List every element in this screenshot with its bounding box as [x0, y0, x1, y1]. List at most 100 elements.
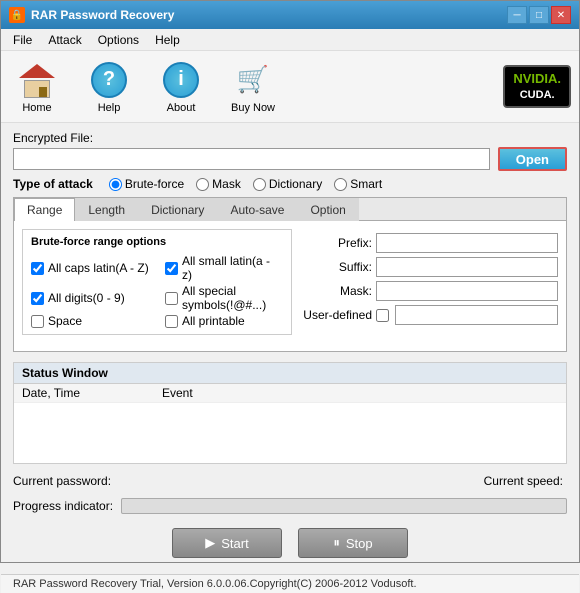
nvidia-badge: NVIDIA. CUDA.	[503, 65, 571, 108]
menu-bar: File Attack Options Help	[1, 29, 579, 51]
user-defined-label: User-defined	[300, 308, 372, 322]
suffix-input[interactable]	[376, 257, 558, 277]
mask-label: Mask	[212, 177, 241, 191]
mask-input[interactable]	[376, 281, 558, 301]
open-button[interactable]: Open	[498, 147, 567, 171]
progress-label: Progress indicator:	[13, 499, 113, 513]
range-right-panel: Prefix: Suffix: Mask:	[300, 229, 558, 343]
check-digits[interactable]: All digits(0 - 9)	[31, 284, 149, 312]
home-label: Home	[22, 102, 51, 114]
nvidia-text: NVIDIA.	[513, 71, 561, 88]
check-space[interactable]: Space	[31, 314, 149, 328]
check-special[interactable]: All special symbols(!@#...)	[165, 284, 283, 312]
cuda-text: CUDA.	[513, 88, 561, 102]
stop-icon: ⏸	[333, 535, 340, 551]
current-password-label: Current password:	[13, 474, 111, 488]
radio-smart[interactable]: Smart	[334, 177, 382, 191]
prefix-section: Prefix: Suffix: Mask:	[300, 233, 558, 325]
suffix-label: Suffix:	[300, 260, 372, 274]
current-password-item: Current password:	[13, 474, 115, 488]
encrypted-file-label: Encrypted File:	[13, 131, 93, 145]
tab-option[interactable]: Option	[297, 198, 358, 221]
attack-type-label: Type of attack	[13, 177, 93, 191]
user-defined-input[interactable]	[395, 305, 558, 325]
brute-force-label: Brute-force	[125, 177, 184, 191]
help-icon-container: ?	[89, 60, 129, 100]
space-label: Space	[48, 314, 82, 328]
start-button[interactable]: ▶ Start	[172, 528, 282, 558]
progress-bar	[121, 498, 567, 514]
check-caps-latin[interactable]: All caps latin(A - Z)	[31, 254, 149, 282]
toolbar-buynow[interactable]: 🛒 Buy Now	[225, 60, 281, 114]
title-bar: 🔒 RAR Password Recovery ─ □ ✕	[1, 1, 579, 29]
main-content: Encrypted File: Open Type of attack Brut…	[1, 123, 579, 574]
tab-dictionary[interactable]: Dictionary	[138, 198, 217, 221]
status-table: Date, Time Event	[14, 384, 566, 403]
action-buttons: ▶ Start ⏸ Stop	[13, 520, 567, 566]
minimize-button[interactable]: ─	[507, 6, 527, 24]
file-row: Encrypted File:	[13, 131, 567, 145]
printable-label: All printable	[182, 314, 245, 328]
menu-help[interactable]: Help	[147, 31, 188, 49]
prefix-row: Prefix:	[300, 233, 558, 253]
cart-icon: 🛒	[233, 60, 273, 100]
window-controls: ─ □ ✕	[507, 6, 571, 24]
toolbar: Home ? Help i About 🛒 Buy Now NVIDIA. CU…	[1, 51, 579, 123]
smart-label: Smart	[350, 177, 382, 191]
dictionary-label: Dictionary	[269, 177, 322, 191]
radio-dictionary[interactable]: Dictionary	[253, 177, 322, 191]
range-tab-body: Brute-force range options All caps latin…	[22, 229, 558, 343]
tab-length[interactable]: Length	[75, 198, 138, 221]
start-icon: ▶	[205, 535, 215, 551]
col-date-time: Date, Time	[14, 384, 154, 403]
bf-legend: Brute-force range options	[31, 236, 283, 248]
toolbar-help[interactable]: ? Help	[81, 60, 137, 114]
about-icon: i	[163, 62, 199, 98]
toolbar-home[interactable]: Home	[9, 60, 65, 114]
tab-range[interactable]: Range	[14, 198, 75, 221]
about-icon-container: i	[161, 60, 201, 100]
main-window: 🔒 RAR Password Recovery ─ □ ✕ File Attac…	[0, 0, 580, 563]
current-speed-label: Current speed:	[484, 474, 563, 488]
checkbox-grid: All caps latin(A - Z) All small latin(a …	[31, 254, 283, 328]
window-title: RAR Password Recovery	[31, 8, 507, 22]
stop-button[interactable]: ⏸ Stop	[298, 528, 408, 558]
maximize-button[interactable]: □	[529, 6, 549, 24]
menu-options[interactable]: Options	[90, 31, 147, 49]
buynow-label: Buy Now	[231, 102, 275, 114]
encrypted-file-input[interactable]	[13, 148, 490, 170]
tab-content-range: Brute-force range options All caps latin…	[14, 221, 566, 351]
menu-file[interactable]: File	[5, 31, 40, 49]
caps-latin-label: All caps latin(A - Z)	[48, 261, 149, 275]
help-icon: ?	[91, 62, 127, 98]
digits-label: All digits(0 - 9)	[48, 291, 125, 305]
user-defined-row: User-defined	[300, 305, 558, 325]
mask-label: Mask:	[300, 284, 372, 298]
user-defined-check[interactable]	[376, 309, 389, 322]
menu-attack[interactable]: Attack	[40, 31, 89, 49]
special-label: All special symbols(!@#...)	[182, 284, 283, 312]
status-body	[14, 403, 566, 463]
mask-row: Mask:	[300, 281, 558, 301]
about-label: About	[167, 102, 196, 114]
close-button[interactable]: ✕	[551, 6, 571, 24]
prefix-input[interactable]	[376, 233, 558, 253]
footer-bar: RAR Password Recovery Trial, Version 6.0…	[1, 574, 579, 593]
footer-text: RAR Password Recovery Trial, Version 6.0…	[13, 578, 417, 590]
radio-mask[interactable]: Mask	[196, 177, 241, 191]
home-icon	[17, 60, 57, 100]
app-icon: 🔒	[9, 7, 25, 23]
brute-force-section: Brute-force range options All caps latin…	[22, 229, 292, 335]
check-small-latin[interactable]: All small latin(a - z)	[165, 254, 283, 282]
help-label: Help	[98, 102, 121, 114]
check-printable[interactable]: All printable	[165, 314, 283, 328]
status-header: Status Window	[14, 363, 566, 384]
small-latin-label: All small latin(a - z)	[182, 254, 283, 282]
toolbar-about[interactable]: i About	[153, 60, 209, 114]
radio-brute-force[interactable]: Brute-force	[109, 177, 184, 191]
progress-row: Progress indicator:	[13, 498, 567, 514]
bottom-info: Current password: Current speed:	[13, 470, 567, 492]
attack-type-section: Type of attack Brute-force Mask Dictiona…	[13, 177, 567, 191]
file-input-row: Open	[13, 147, 567, 171]
tab-auto-save[interactable]: Auto-save	[217, 198, 297, 221]
